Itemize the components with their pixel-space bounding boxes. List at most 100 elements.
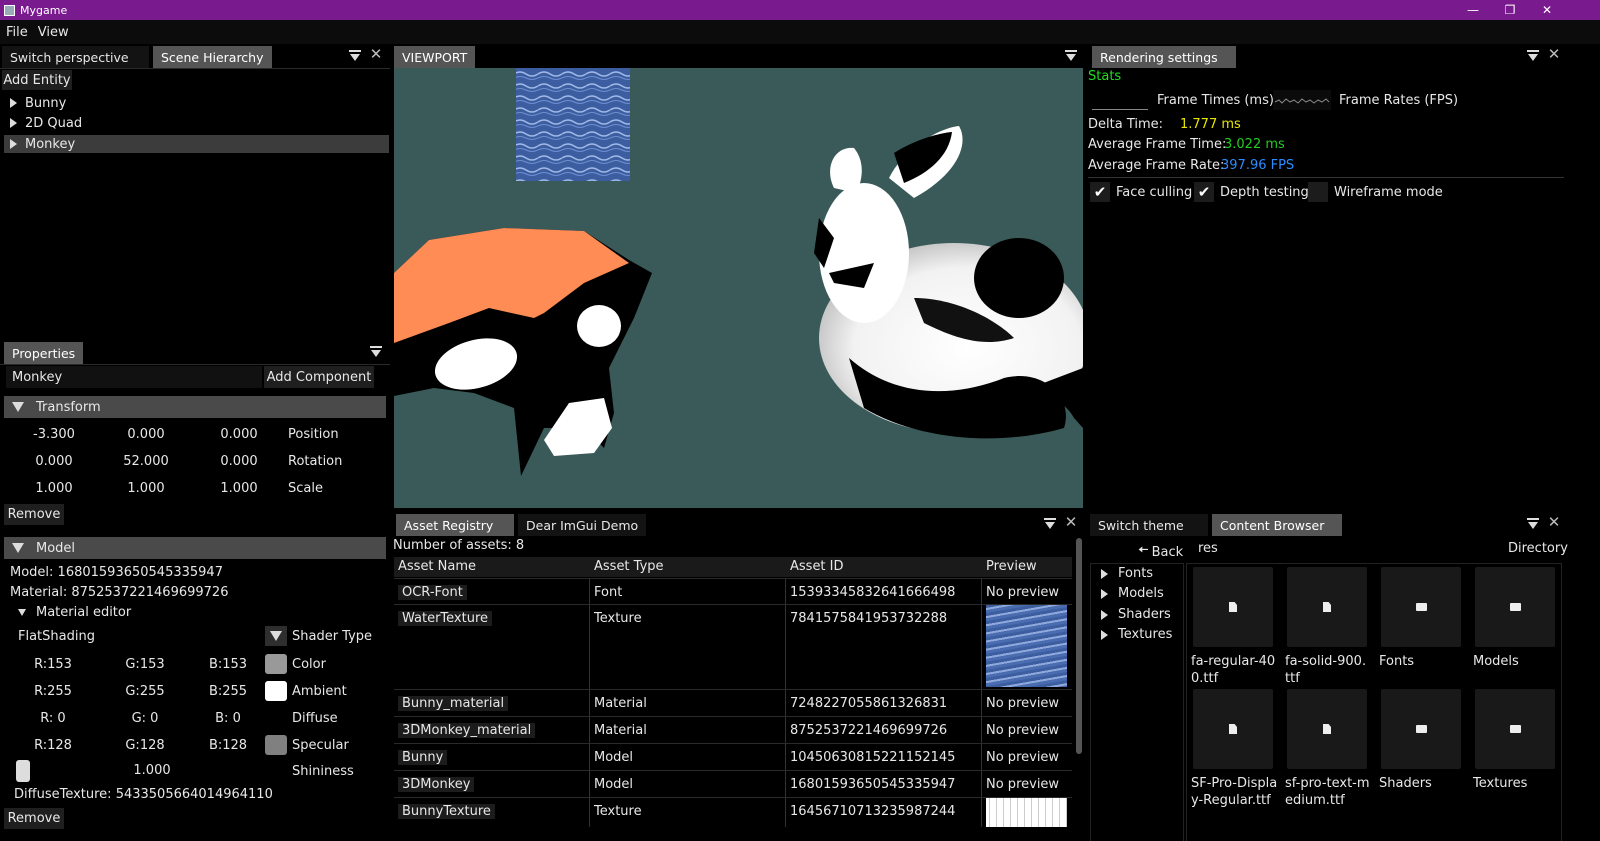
scale-x[interactable]: 1.000 bbox=[18, 481, 90, 496]
back-button[interactable]: 🠤 Back bbox=[1138, 541, 1183, 563]
color-g-2[interactable]: G: 0 bbox=[110, 711, 180, 726]
color-b-1[interactable]: B:255 bbox=[193, 684, 263, 699]
table-row[interactable]: 3DMonkey_material Material 8752537221469… bbox=[394, 716, 1072, 743]
table-row[interactable]: 3DMonkey Model 16801593650545335947 No p… bbox=[394, 770, 1072, 797]
position-y[interactable]: 0.000 bbox=[110, 427, 182, 442]
restore-button[interactable]: ❐ bbox=[1492, 0, 1528, 20]
shader-type-value[interactable]: FlatShading bbox=[18, 629, 95, 644]
asset-name[interactable]: 3DMonkey bbox=[398, 777, 475, 792]
rotation-z[interactable]: 0.000 bbox=[203, 454, 275, 469]
menu-view[interactable]: View bbox=[38, 25, 69, 40]
col-asset-id[interactable]: Asset ID bbox=[786, 559, 844, 574]
add-entity-button[interactable]: Add Entity bbox=[2, 70, 72, 90]
close-icon[interactable]: ✕ bbox=[1547, 514, 1561, 530]
content-item[interactable] bbox=[1475, 567, 1555, 647]
panel-menu-icon[interactable] bbox=[1527, 48, 1539, 62]
asset-name[interactable]: OCR-Font bbox=[398, 585, 467, 600]
transform-header[interactable]: Transform bbox=[4, 396, 386, 418]
table-row[interactable]: OCR-Font Font 15393345832641666498 No pr… bbox=[394, 578, 1072, 604]
minimize-button[interactable]: — bbox=[1455, 0, 1491, 20]
color-r-0[interactable]: R:153 bbox=[18, 657, 88, 672]
viewport-scene[interactable] bbox=[394, 68, 1083, 508]
panel-menu-icon[interactable] bbox=[349, 48, 361, 62]
model-header[interactable]: Model bbox=[4, 537, 386, 559]
asset-name[interactable]: WaterTexture bbox=[398, 611, 493, 626]
folder-tree-fonts[interactable]: Fonts bbox=[1101, 566, 1153, 581]
table-row[interactable]: Bunny_material Material 7248227055861326… bbox=[394, 689, 1072, 716]
entity-bunny[interactable]: Bunny bbox=[4, 94, 388, 112]
tab-viewport[interactable]: VIEWPORT bbox=[394, 46, 476, 68]
table-row[interactable]: WaterTexture Texture 7841575841953732288 bbox=[394, 604, 1072, 689]
face-culling-checkbox[interactable]: ✔ bbox=[1090, 182, 1110, 202]
shininess-slider[interactable]: 1.000 bbox=[16, 760, 272, 782]
color-r-3[interactable]: R:128 bbox=[18, 738, 88, 753]
entity-monkey[interactable]: Monkey bbox=[4, 135, 389, 153]
tab-scene-hierarchy[interactable]: Scene Hierarchy bbox=[153, 46, 272, 68]
panel-menu-icon[interactable] bbox=[1065, 48, 1077, 62]
add-component-button[interactable]: Add Component bbox=[264, 366, 374, 388]
color-b-2[interactable]: B: 0 bbox=[193, 711, 263, 726]
rotation-y[interactable]: 52.000 bbox=[110, 454, 182, 469]
tab-switch-theme[interactable]: Switch theme bbox=[1090, 514, 1208, 536]
content-item[interactable] bbox=[1475, 689, 1555, 769]
color-g-1[interactable]: G:255 bbox=[110, 684, 180, 699]
remove-model-button[interactable]: Remove bbox=[4, 808, 64, 829]
wireframe-checkbox[interactable] bbox=[1308, 182, 1328, 202]
panel-menu-icon[interactable] bbox=[1044, 516, 1056, 530]
entity-2d-quad[interactable]: 2D Quad bbox=[4, 114, 388, 132]
panel-menu-icon[interactable] bbox=[370, 344, 382, 358]
tab-imgui-demo[interactable]: Dear ImGui Demo bbox=[518, 514, 647, 536]
color-swatch-1[interactable] bbox=[265, 681, 287, 701]
scrollbar[interactable] bbox=[1076, 538, 1082, 754]
menu-file[interactable]: File bbox=[6, 25, 28, 40]
table-row[interactable]: BunnyTexture Texture 1645671071323598724… bbox=[394, 797, 1072, 827]
close-icon[interactable]: ✕ bbox=[369, 46, 383, 62]
remove-transform-button[interactable]: Remove bbox=[4, 504, 64, 525]
depth-testing-checkbox[interactable]: ✔ bbox=[1194, 182, 1214, 202]
tab-switch-perspective[interactable]: Switch perspective bbox=[2, 46, 149, 68]
content-item[interactable] bbox=[1287, 567, 1367, 647]
asset-name[interactable]: BunnyTexture bbox=[398, 804, 495, 819]
close-icon[interactable]: ✕ bbox=[1064, 514, 1078, 530]
content-item[interactable] bbox=[1381, 689, 1461, 769]
col-asset-type[interactable]: Asset Type bbox=[590, 559, 664, 574]
position-z[interactable]: 0.000 bbox=[203, 427, 275, 442]
shader-dropdown-button[interactable] bbox=[265, 626, 287, 646]
tab-properties[interactable]: Properties bbox=[4, 342, 84, 364]
content-item[interactable] bbox=[1193, 689, 1273, 769]
rotation-x[interactable]: 0.000 bbox=[18, 454, 90, 469]
asset-name[interactable]: Bunny_material bbox=[398, 696, 509, 711]
table-row[interactable]: Bunny Model 10450630815221152145 No prev… bbox=[394, 743, 1072, 770]
position-x[interactable]: -3.300 bbox=[18, 427, 90, 442]
scale-y[interactable]: 1.000 bbox=[110, 481, 182, 496]
color-r-1[interactable]: R:255 bbox=[18, 684, 88, 699]
content-item[interactable] bbox=[1381, 567, 1461, 647]
color-swatch-2[interactable] bbox=[265, 708, 287, 728]
color-swatch-3[interactable] bbox=[265, 735, 287, 755]
close-window-button[interactable]: ✕ bbox=[1529, 0, 1565, 20]
panel-menu-icon[interactable] bbox=[1527, 516, 1539, 530]
color-g-0[interactable]: G:153 bbox=[110, 657, 180, 672]
content-item[interactable] bbox=[1287, 689, 1367, 769]
material-editor-node[interactable]: Material editor bbox=[18, 605, 131, 620]
col-preview[interactable]: Preview bbox=[982, 559, 1037, 574]
color-b-0[interactable]: B:153 bbox=[193, 657, 263, 672]
tab-asset-registry[interactable]: Asset Registry bbox=[396, 514, 514, 536]
entity-name-input[interactable]: Monkey bbox=[6, 366, 262, 388]
color-r-2[interactable]: R: 0 bbox=[18, 711, 88, 726]
asset-name[interactable]: 3DMonkey_material bbox=[398, 723, 536, 738]
color-b-3[interactable]: B:128 bbox=[193, 738, 263, 753]
tab-content-browser[interactable]: Content Browser bbox=[1212, 514, 1342, 536]
scale-z[interactable]: 1.000 bbox=[203, 481, 275, 496]
color-g-3[interactable]: G:128 bbox=[110, 738, 180, 753]
slider-handle[interactable] bbox=[16, 760, 30, 782]
tab-rendering-settings[interactable]: Rendering settings bbox=[1092, 46, 1236, 68]
col-asset-name[interactable]: Asset Name bbox=[394, 559, 476, 574]
folder-tree-shaders[interactable]: Shaders bbox=[1101, 607, 1171, 622]
close-icon[interactable]: ✕ bbox=[1547, 46, 1561, 62]
asset-name[interactable]: Bunny bbox=[398, 750, 448, 765]
color-swatch-0[interactable] bbox=[265, 654, 287, 674]
folder-tree-models[interactable]: Models bbox=[1101, 586, 1164, 601]
content-item[interactable] bbox=[1193, 567, 1273, 647]
folder-tree-textures[interactable]: Textures bbox=[1101, 627, 1172, 642]
